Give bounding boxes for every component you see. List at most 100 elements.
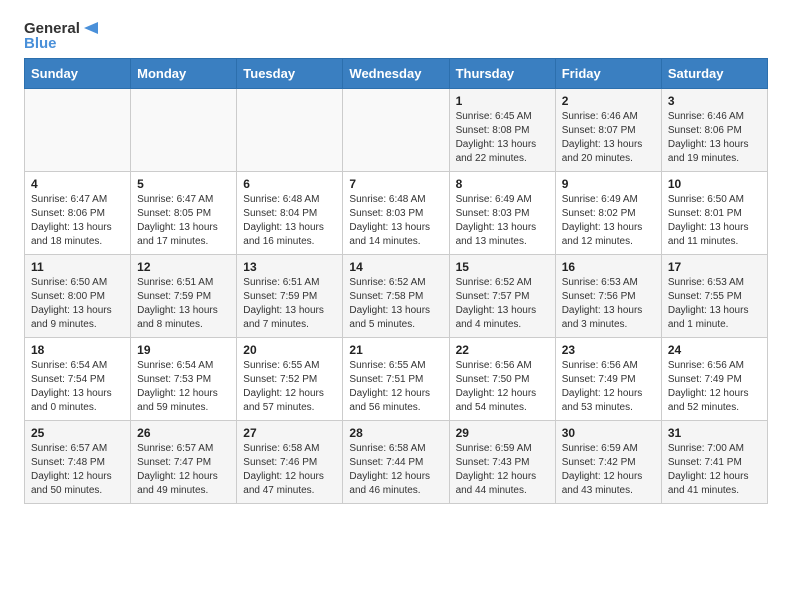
calendar-header: SundayMondayTuesdayWednesdayThursdayFrid… <box>25 59 768 89</box>
weekday-header-sunday: Sunday <box>25 59 131 89</box>
day-info: Sunrise: 6:55 AMSunset: 7:52 PMDaylight:… <box>243 359 336 415</box>
day-number: 28 <box>349 426 442 440</box>
calendar-week-5: 25Sunrise: 6:57 AMSunset: 7:48 PMDayligh… <box>25 421 768 504</box>
calendar-cell: 2 Sunrise: 6:46 AMSunset: 8:07 PMDaylight… <box>555 89 661 172</box>
day-number: 3 <box>668 94 761 108</box>
day-number: 21 <box>349 343 442 357</box>
day-info: Sunrise: 6:48 AMSunset: 8:04 PMDaylight:… <box>243 193 336 249</box>
day-info: Sunrise: 6:57 AMSunset: 7:47 PMDaylight:… <box>137 442 230 498</box>
day-info: Sunrise: 6:56 AMSunset: 7:49 PMDaylight:… <box>668 359 761 415</box>
day-number: 6 <box>243 177 336 191</box>
day-number: 29 <box>456 426 549 440</box>
weekday-header-saturday: Saturday <box>661 59 767 89</box>
calendar-cell: 20 Sunrise: 6:55 AMSunset: 7:52 PMDayligh… <box>237 338 343 421</box>
day-number: 26 <box>137 426 230 440</box>
calendar-cell: 1 Sunrise: 6:45 AMSunset: 8:08 PMDaylight… <box>449 89 555 172</box>
calendar-cell <box>343 89 449 172</box>
logo-container: General Blue <box>24 20 100 52</box>
day-info: Sunrise: 6:54 AMSunset: 7:53 PMDaylight:… <box>137 359 230 415</box>
day-info: Sunrise: 6:58 AMSunset: 7:44 PMDaylight:… <box>349 442 442 498</box>
day-info: Sunrise: 7:00 AMSunset: 7:41 PMDaylight:… <box>668 442 761 498</box>
day-info: Sunrise: 6:57 AMSunset: 7:48 PMDaylight:… <box>31 442 124 498</box>
day-number: 15 <box>456 260 549 274</box>
day-info: Sunrise: 6:49 AMSunset: 8:02 PMDaylight:… <box>562 193 655 249</box>
day-number: 31 <box>668 426 761 440</box>
day-info: Sunrise: 6:48 AMSunset: 8:03 PMDaylight:… <box>349 193 442 249</box>
calendar-cell: 3 Sunrise: 6:46 AMSunset: 8:06 PMDaylight… <box>661 89 767 172</box>
weekday-header-tuesday: Tuesday <box>237 59 343 89</box>
day-info: Sunrise: 6:49 AMSunset: 8:03 PMDaylight:… <box>456 193 549 249</box>
calendar-cell: 30 Sunrise: 6:59 AMSunset: 7:42 PMDayligh… <box>555 421 661 504</box>
calendar-cell: 10 Sunrise: 6:50 AMSunset: 8:01 PMDayligh… <box>661 172 767 255</box>
day-number: 9 <box>562 177 655 191</box>
calendar-cell: 16 Sunrise: 6:53 AMSunset: 7:56 PMDayligh… <box>555 255 661 338</box>
calendar-cell: 22 Sunrise: 6:56 AMSunset: 7:50 PMDayligh… <box>449 338 555 421</box>
day-number: 7 <box>349 177 442 191</box>
calendar-cell: 25Sunrise: 6:57 AMSunset: 7:48 PMDayligh… <box>25 421 131 504</box>
day-number: 22 <box>456 343 549 357</box>
calendar-cell: 11 Sunrise: 6:50 AMSunset: 8:00 PMDayligh… <box>25 255 131 338</box>
day-number: 14 <box>349 260 442 274</box>
day-info: Sunrise: 6:54 AMSunset: 7:54 PMDaylight:… <box>31 359 124 415</box>
day-number: 2 <box>562 94 655 108</box>
day-number: 5 <box>137 177 230 191</box>
calendar-cell: 12Sunrise: 6:51 AMSunset: 7:59 PMDayligh… <box>131 255 237 338</box>
weekday-header-wednesday: Wednesday <box>343 59 449 89</box>
calendar-cell: 21 Sunrise: 6:55 AMSunset: 7:51 PMDayligh… <box>343 338 449 421</box>
day-info: Sunrise: 6:56 AMSunset: 7:49 PMDaylight:… <box>562 359 655 415</box>
day-number: 24 <box>668 343 761 357</box>
day-info: Sunrise: 6:53 AMSunset: 7:56 PMDaylight:… <box>562 276 655 332</box>
day-info: Sunrise: 6:45 AMSunset: 8:08 PMDaylight:… <box>456 110 549 166</box>
day-number: 8 <box>456 177 549 191</box>
calendar-cell: 4 Sunrise: 6:47 AMSunset: 8:06 PMDaylight… <box>25 172 131 255</box>
day-number: 4 <box>31 177 124 191</box>
day-info: Sunrise: 6:59 AMSunset: 7:42 PMDaylight:… <box>562 442 655 498</box>
day-info: Sunrise: 6:50 AMSunset: 8:01 PMDaylight:… <box>668 193 761 249</box>
day-number: 12 <box>137 260 230 274</box>
day-number: 19 <box>137 343 230 357</box>
day-info: Sunrise: 6:55 AMSunset: 7:51 PMDaylight:… <box>349 359 442 415</box>
calendar-cell: 31 Sunrise: 7:00 AMSunset: 7:41 PMDayligh… <box>661 421 767 504</box>
day-info: Sunrise: 6:46 AMSunset: 8:06 PMDaylight:… <box>668 110 761 166</box>
day-info: Sunrise: 6:47 AMSunset: 8:06 PMDaylight:… <box>31 193 124 249</box>
day-info: Sunrise: 6:56 AMSunset: 7:50 PMDaylight:… <box>456 359 549 415</box>
calendar-week-3: 11 Sunrise: 6:50 AMSunset: 8:00 PMDayligh… <box>25 255 768 338</box>
day-number: 30 <box>562 426 655 440</box>
calendar-cell: 27 Sunrise: 6:58 AMSunset: 7:46 PMDayligh… <box>237 421 343 504</box>
calendar-cell <box>25 89 131 172</box>
day-number: 11 <box>31 260 124 274</box>
day-number: 16 <box>562 260 655 274</box>
day-number: 1 <box>456 94 549 108</box>
calendar-cell: 23 Sunrise: 6:56 AMSunset: 7:49 PMDayligh… <box>555 338 661 421</box>
day-info: Sunrise: 6:50 AMSunset: 8:00 PMDaylight:… <box>31 276 124 332</box>
calendar-table: SundayMondayTuesdayWednesdayThursdayFrid… <box>24 58 768 504</box>
calendar-cell: 28 Sunrise: 6:58 AMSunset: 7:44 PMDayligh… <box>343 421 449 504</box>
calendar-cell: 6 Sunrise: 6:48 AMSunset: 8:04 PMDaylight… <box>237 172 343 255</box>
calendar-cell: 14 Sunrise: 6:52 AMSunset: 7:58 PMDayligh… <box>343 255 449 338</box>
day-info: Sunrise: 6:51 AMSunset: 7:59 PMDaylight:… <box>243 276 336 332</box>
calendar-cell: 19 Sunrise: 6:54 AMSunset: 7:53 PMDayligh… <box>131 338 237 421</box>
calendar-cell: 18 Sunrise: 6:54 AMSunset: 7:54 PMDayligh… <box>25 338 131 421</box>
logo: General Blue <box>24 20 100 52</box>
calendar-cell: 24 Sunrise: 6:56 AMSunset: 7:49 PMDayligh… <box>661 338 767 421</box>
day-info: Sunrise: 6:46 AMSunset: 8:07 PMDaylight:… <box>562 110 655 166</box>
day-number: 17 <box>668 260 761 274</box>
day-number: 23 <box>562 343 655 357</box>
weekday-header-friday: Friday <box>555 59 661 89</box>
calendar-cell: 29Sunrise: 6:59 AMSunset: 7:43 PMDayligh… <box>449 421 555 504</box>
calendar-cell: 17Sunrise: 6:53 AMSunset: 7:55 PMDayligh… <box>661 255 767 338</box>
calendar-cell: 5Sunrise: 6:47 AMSunset: 8:05 PMDaylight… <box>131 172 237 255</box>
calendar-week-2: 4 Sunrise: 6:47 AMSunset: 8:06 PMDaylight… <box>25 172 768 255</box>
calendar-cell: 9 Sunrise: 6:49 AMSunset: 8:02 PMDaylight… <box>555 172 661 255</box>
day-number: 13 <box>243 260 336 274</box>
day-number: 27 <box>243 426 336 440</box>
calendar-cell: 13 Sunrise: 6:51 AMSunset: 7:59 PMDayligh… <box>237 255 343 338</box>
logo-text-blue: Blue <box>24 35 100 52</box>
day-info: Sunrise: 6:58 AMSunset: 7:46 PMDaylight:… <box>243 442 336 498</box>
day-number: 18 <box>31 343 124 357</box>
day-number: 10 <box>668 177 761 191</box>
day-info: Sunrise: 6:52 AMSunset: 7:58 PMDaylight:… <box>349 276 442 332</box>
day-number: 20 <box>243 343 336 357</box>
page-header: General Blue <box>24 20 768 52</box>
calendar-cell <box>131 89 237 172</box>
